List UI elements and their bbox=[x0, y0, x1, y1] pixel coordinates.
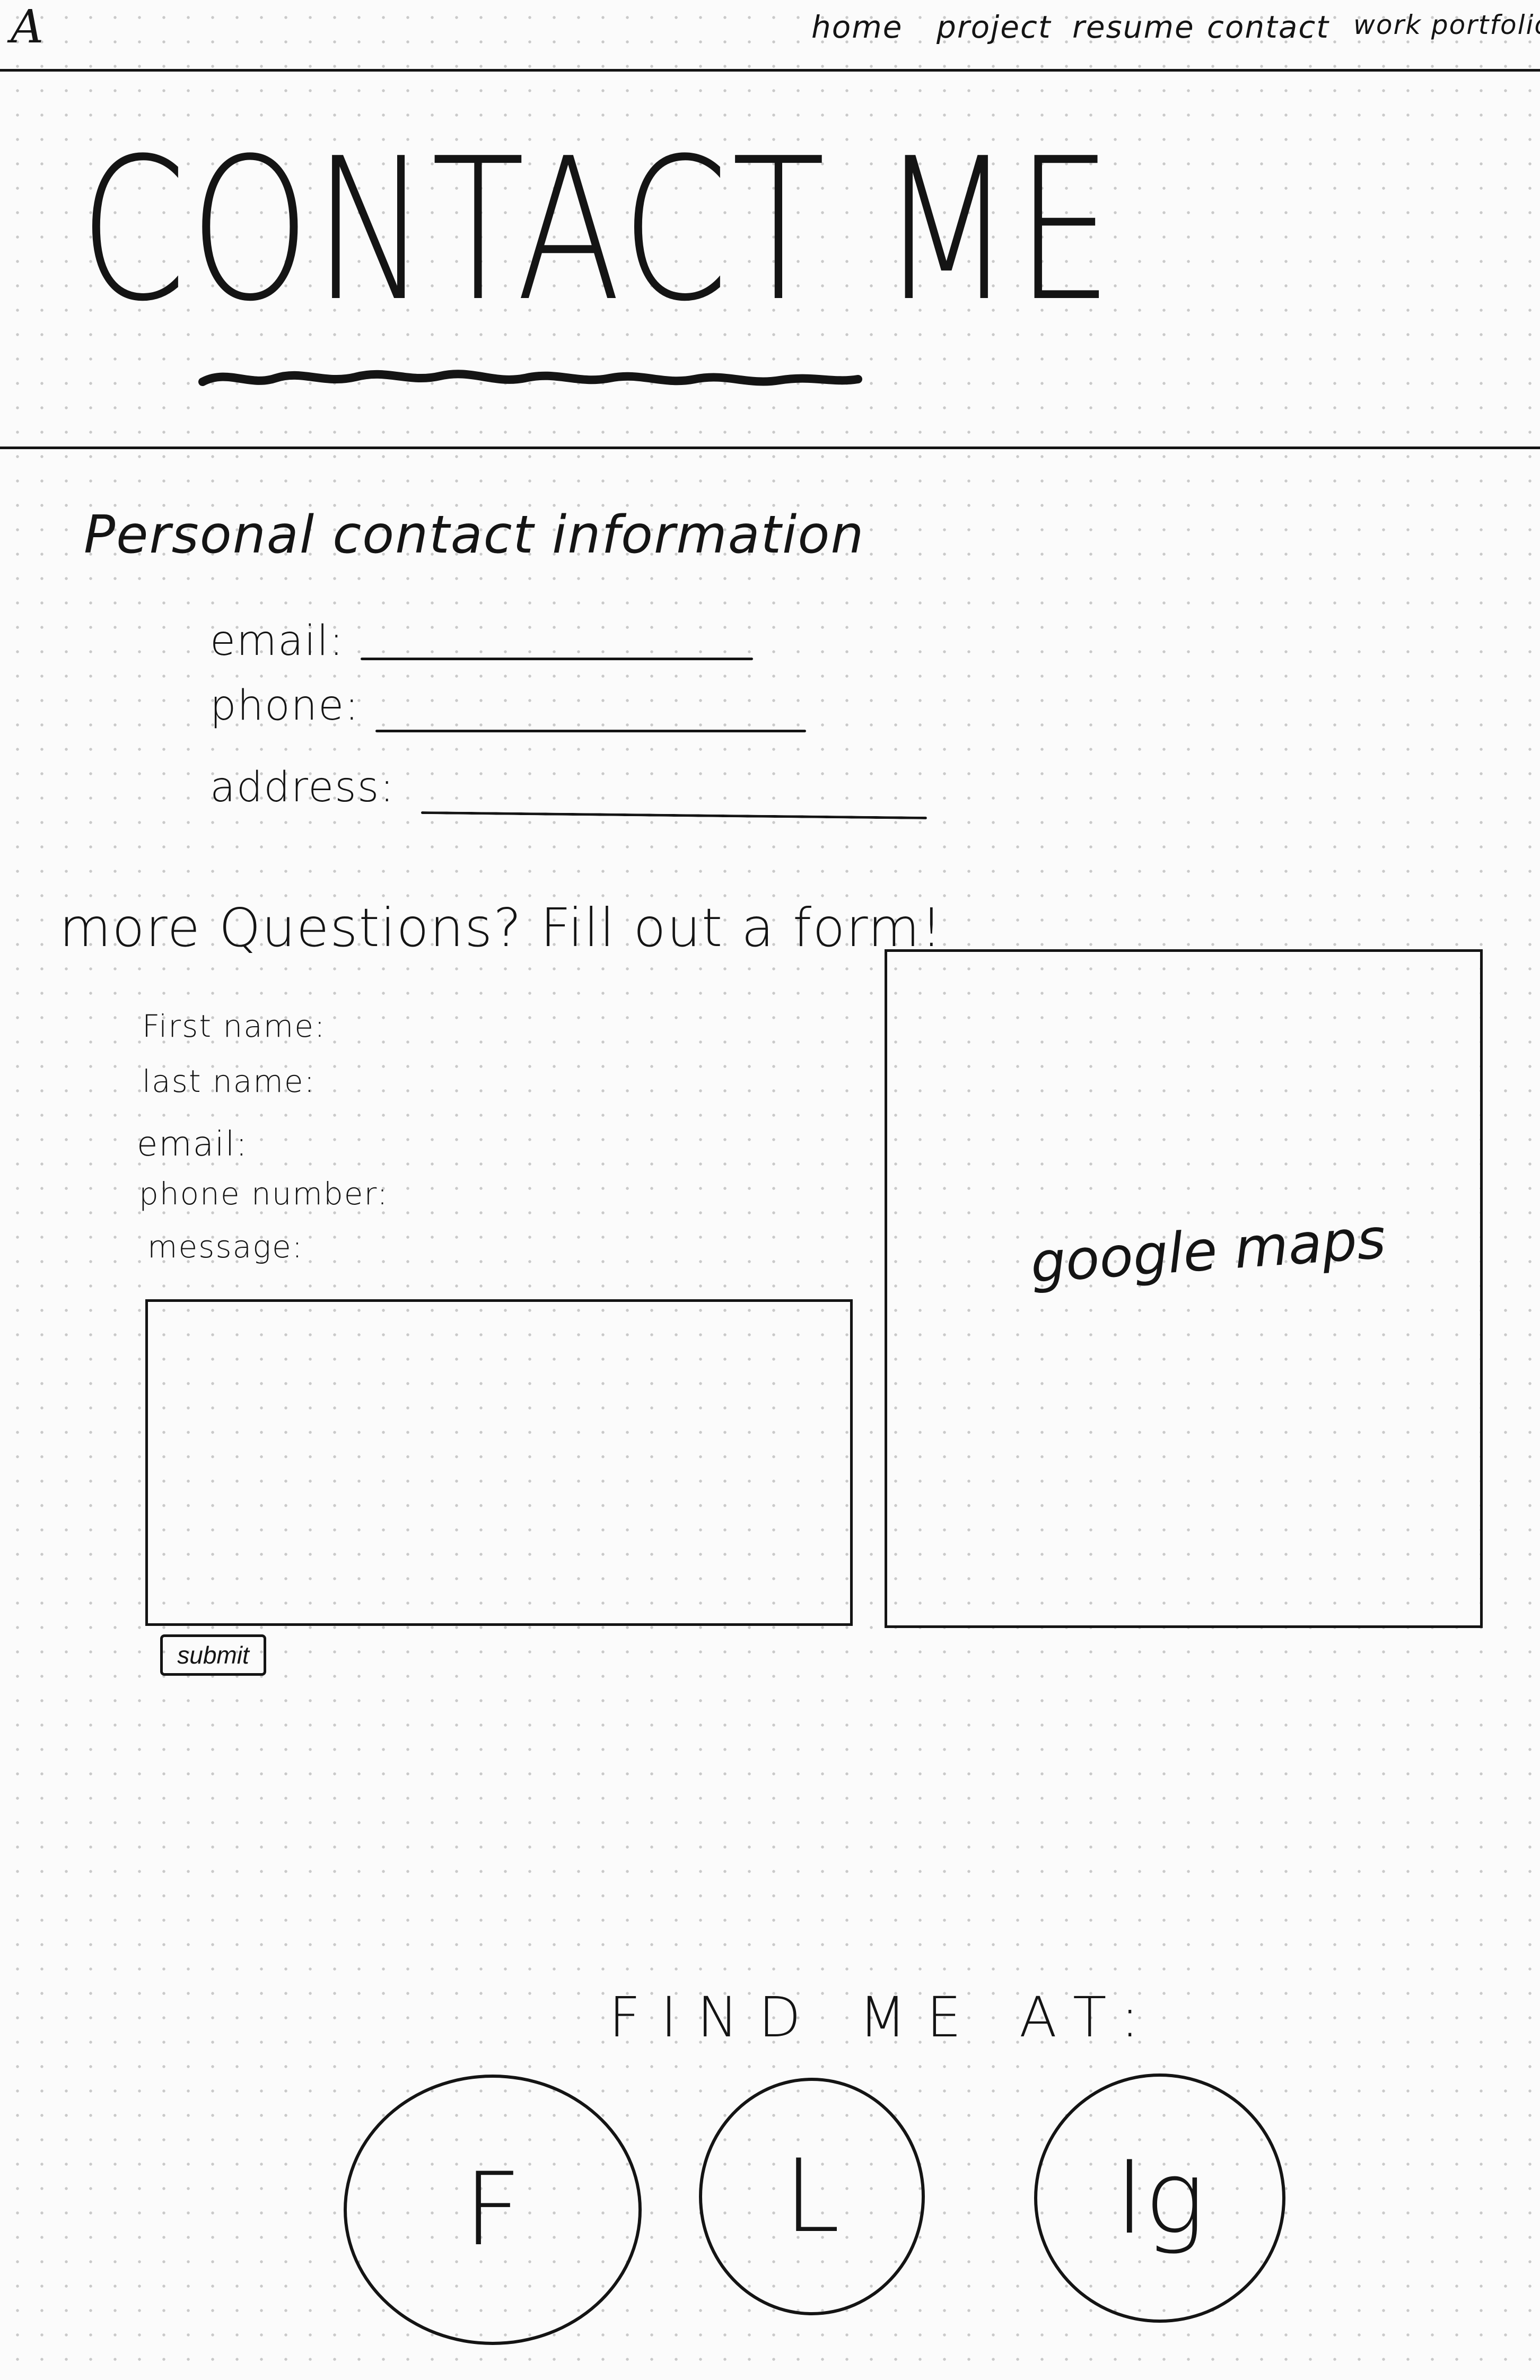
find-me-heading: FIND ME AT: bbox=[609, 1985, 1160, 2050]
facebook-letter: F bbox=[463, 2151, 522, 2268]
title-divider bbox=[0, 447, 1540, 449]
nav-resume[interactable]: resume bbox=[1072, 12, 1195, 42]
linkedin-icon[interactable]: L bbox=[699, 2078, 925, 2315]
address-field[interactable] bbox=[421, 811, 927, 819]
message-textarea[interactable] bbox=[145, 1299, 853, 1626]
instagram-icon[interactable]: Ig bbox=[1034, 2073, 1285, 2323]
facebook-icon[interactable]: F bbox=[344, 2075, 642, 2345]
nav-home[interactable]: home bbox=[811, 12, 903, 42]
instagram-letter: Ig bbox=[1114, 2139, 1205, 2256]
message-label: message: bbox=[147, 1229, 304, 1265]
submit-button[interactable]: submit bbox=[160, 1634, 266, 1676]
logo[interactable]: A bbox=[11, 4, 43, 50]
email-label: email: bbox=[210, 617, 345, 665]
first-name-label: First name: bbox=[142, 1008, 326, 1044]
address-label: address: bbox=[210, 764, 395, 811]
phone-number-label: phone number: bbox=[139, 1176, 389, 1212]
personal-contact-heading: Personal contact information bbox=[84, 505, 865, 565]
title-underline-squiggle bbox=[198, 370, 862, 386]
page-title: CONTACT ME bbox=[80, 117, 1116, 345]
nav-project[interactable]: project bbox=[937, 12, 1052, 42]
last-name-label: last name: bbox=[142, 1063, 316, 1099]
form-email-label: email: bbox=[137, 1125, 249, 1164]
linkedin-letter: L bbox=[784, 2138, 840, 2255]
nav-contact[interactable]: contact bbox=[1207, 12, 1329, 42]
phone-label: phone: bbox=[210, 682, 360, 730]
nav-work-portfolio[interactable]: work portfolio bbox=[1353, 12, 1540, 38]
form-heading: more Questions? Fill out a form! bbox=[59, 897, 943, 959]
google-map-embed[interactable] bbox=[885, 949, 1483, 1628]
phone-field[interactable] bbox=[375, 730, 806, 732]
email-field[interactable] bbox=[361, 658, 753, 660]
header-divider bbox=[0, 69, 1540, 72]
